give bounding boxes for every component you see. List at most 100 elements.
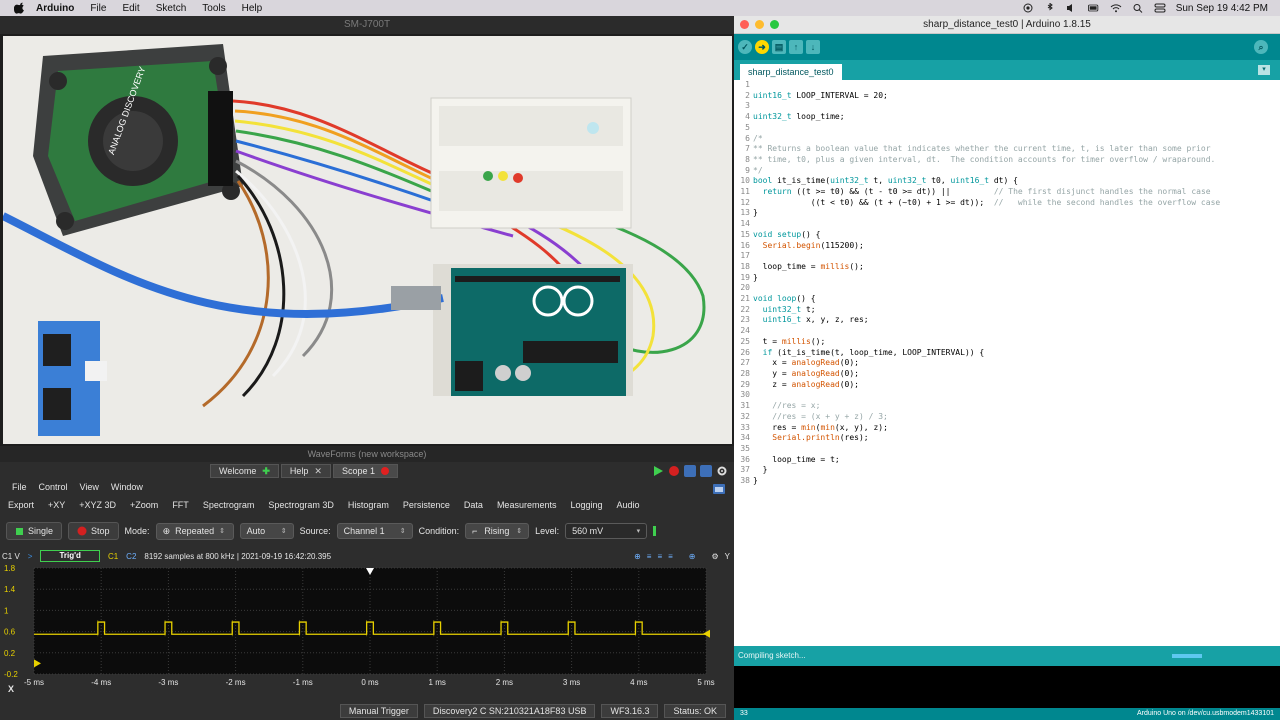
open-sketch-icon[interactable]: ↑ <box>789 40 803 54</box>
sketch-tab[interactable]: sharp_distance_test0 <box>740 64 842 80</box>
tab-help[interactable]: Help ✕ <box>280 464 331 478</box>
code-line[interactable] <box>753 219 1220 230</box>
toolbar-logging[interactable]: Logging <box>570 500 602 514</box>
toolbar-measurements[interactable]: Measurements <box>497 500 557 514</box>
toolbar-persistence[interactable]: Persistence <box>403 500 450 514</box>
menu-tools[interactable]: Tools <box>202 3 225 14</box>
zoom-reset-icon[interactable]: ⊕ <box>689 552 696 561</box>
minimize-window-icon[interactable] <box>755 20 764 29</box>
save-sketch-icon[interactable]: ↓ <box>806 40 820 54</box>
code-line[interactable]: x = analogRead(0); <box>753 358 1220 369</box>
code-line[interactable]: loop_time = millis(); <box>753 262 1220 273</box>
channel-c2[interactable]: C2 <box>126 552 136 561</box>
tab-scope[interactable]: Scope 1 <box>332 464 398 478</box>
code-line[interactable]: } <box>753 273 1220 284</box>
code-line[interactable]: //res = x; <box>753 401 1220 412</box>
code-line[interactable]: void loop() { <box>753 294 1220 305</box>
serial-monitor-icon[interactable]: ⌕ <box>1254 40 1268 54</box>
code-line[interactable] <box>753 101 1220 112</box>
run-icon[interactable] <box>652 465 664 477</box>
stop-button[interactable]: Stop <box>68 522 119 540</box>
control-center-icon[interactable] <box>1154 3 1166 13</box>
toolbar-xyz3d[interactable]: +XYZ 3D <box>79 500 116 514</box>
menubar-clock[interactable]: Sun Sep 19 4:42 PM <box>1176 3 1268 14</box>
menu-file[interactable]: File <box>90 3 106 14</box>
code-line[interactable]: } <box>753 465 1220 476</box>
add-tab-icon[interactable]: ✚ <box>262 465 270 477</box>
code-line[interactable]: if (it_is_time(t, loop_time, LOOP_INTERV… <box>753 348 1220 359</box>
code-line[interactable]: */ <box>753 166 1220 177</box>
wf-menu-window[interactable]: Window <box>111 482 143 496</box>
menu-help[interactable]: Help <box>242 3 263 14</box>
toolbar-spectrogram3d[interactable]: Spectrogram 3D <box>268 500 334 514</box>
window-icon[interactable] <box>700 465 712 477</box>
code-line[interactable]: res = min(min(x, y), z); <box>753 423 1220 434</box>
menu-app-name[interactable]: Arduino <box>36 3 74 14</box>
code-line[interactable] <box>753 123 1220 134</box>
device-status[interactable]: Discovery2 C SN:210321A18F83 USB <box>423 704 596 718</box>
verify-icon[interactable]: ✓ <box>738 40 752 54</box>
code-line[interactable]: uint32_t t; <box>753 305 1220 316</box>
spotlight-search-icon[interactable] <box>1132 3 1144 13</box>
toolbar-export[interactable]: Export <box>8 500 34 514</box>
plot-settings-icon[interactable]: ⚙ <box>711 552 718 561</box>
code-editor[interactable]: 1 2 3 4 5 6 7 8 9 10 11 12 13 14 15 16 17 18 19 20 21 22 23 24 2… <box>734 80 1280 646</box>
menu-edit[interactable]: Edit <box>122 3 139 14</box>
code-line[interactable] <box>753 283 1220 294</box>
toolbar-histogram[interactable]: Histogram <box>348 500 389 514</box>
menu-sketch[interactable]: Sketch <box>156 3 187 14</box>
wf-menu-view[interactable]: View <box>80 482 99 496</box>
code-line[interactable] <box>753 251 1220 262</box>
zoom-y-icon[interactable]: ≡ <box>668 552 673 561</box>
tab-welcome[interactable]: Welcome ✚ <box>210 464 279 478</box>
code-line[interactable]: /* <box>753 134 1220 145</box>
source-select[interactable]: Channel 1 ⇕ <box>336 523 413 539</box>
zoom-fit-icon[interactable]: ≡ <box>647 552 652 561</box>
mode-select[interactable]: ⊕ Repeated ⇕ <box>155 522 234 540</box>
wf-menu-file[interactable]: File <box>12 482 27 496</box>
code-line[interactable]: y = analogRead(0); <box>753 369 1220 380</box>
scope-plot[interactable]: -5 ms -4 ms -3 ms -2 ms -1 ms 0 ms 1 ms 2 ms 3 m… <box>0 562 734 687</box>
code-line[interactable] <box>753 444 1220 455</box>
toolbar-audio[interactable]: Audio <box>617 500 640 514</box>
code-line[interactable]: } <box>753 208 1220 219</box>
code-line[interactable]: } <box>753 476 1220 487</box>
toolbar-data[interactable]: Data <box>464 500 483 514</box>
single-button[interactable]: Single <box>6 522 63 540</box>
apple-icon[interactable] <box>14 2 26 14</box>
maximize-window-icon[interactable] <box>770 20 779 29</box>
code-line[interactable]: void setup() { <box>753 230 1220 241</box>
gear-icon[interactable] <box>716 465 728 477</box>
code-line[interactable]: ** time, t0, plus a given interval, dt. … <box>753 155 1220 166</box>
bluetooth-icon[interactable] <box>1044 3 1056 13</box>
wifi-icon[interactable] <box>1110 3 1122 13</box>
code-line[interactable]: ((t < t0) && (t + (~t0) + 1 >= dt)); // … <box>753 198 1220 209</box>
toolbar-spectrogram[interactable]: Spectrogram <box>203 500 255 514</box>
console-output[interactable] <box>734 666 1280 708</box>
code-line[interactable]: uint32_t loop_time; <box>753 112 1220 123</box>
code-text[interactable]: uint16_t LOOP_INTERVAL = 20; uint32_t lo… <box>753 80 1220 487</box>
code-line[interactable]: bool it_is_time(uint32_t t, uint32_t t0,… <box>753 176 1220 187</box>
condition-select[interactable]: ⌐ Rising ⇕ <box>465 523 530 539</box>
channel-c1[interactable]: C1 <box>108 552 118 561</box>
code-line[interactable]: Serial.begin(115200); <box>753 241 1220 252</box>
code-line[interactable] <box>753 326 1220 337</box>
close-icon[interactable]: ✕ <box>314 465 322 477</box>
code-line[interactable] <box>753 390 1220 401</box>
toolbar-zoom[interactable]: +Zoom <box>130 500 158 514</box>
stop-icon[interactable] <box>668 465 680 477</box>
manual-trigger-button[interactable]: Manual Trigger <box>339 704 418 718</box>
zoom-in-icon[interactable]: ⊕ <box>634 552 641 561</box>
upload-icon[interactable]: ➜ <box>755 40 769 54</box>
device-icon[interactable] <box>684 465 696 477</box>
dock-icon[interactable] <box>712 483 726 495</box>
toolbar-fft[interactable]: FFT <box>172 500 189 514</box>
close-window-icon[interactable] <box>740 20 749 29</box>
code-line[interactable]: //res = (x + y + z) / 3; <box>753 412 1220 423</box>
expand-icon[interactable]: > <box>28 552 33 561</box>
toolbar-xy[interactable]: +XY <box>48 500 65 514</box>
tab-menu-icon[interactable]: ▾ <box>1258 65 1270 75</box>
new-sketch-icon[interactable]: ▤ <box>772 40 786 54</box>
battery-icon[interactable] <box>1087 3 1100 13</box>
wf-menu-control[interactable]: Control <box>39 482 68 496</box>
